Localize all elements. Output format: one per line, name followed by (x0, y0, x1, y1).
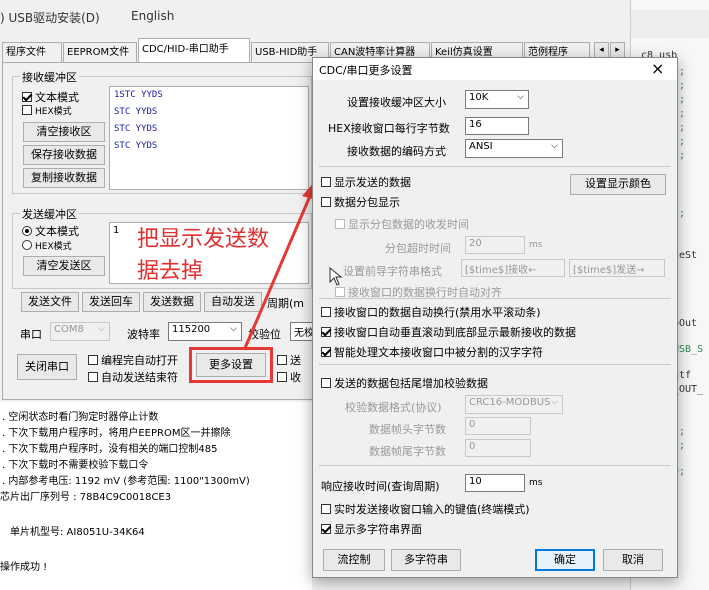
select-value: 10K (469, 92, 489, 103)
log-line: . 下次下载用户程序时，将用户EEPROM区一并擦除 (2, 428, 231, 439)
checkbox-label: 智能处理文本接收窗口中被分割的汉字字符 (334, 346, 543, 359)
encoding-select[interactable]: ANSI ⌵ (465, 139, 563, 158)
checkbox-label: 显示多字符串界面 (334, 523, 422, 536)
log-line: . 下次下载时不需要校验下载口令 (2, 460, 149, 471)
checksum-format-label: 校验数据格式(协议) (345, 401, 442, 414)
buffer-size-select[interactable]: 10K ⌵ (465, 90, 529, 109)
tail-bytes-input[interactable]: 0 (465, 439, 531, 457)
encoding-label: 接收数据的编码方式 (347, 145, 446, 158)
checkbox-icon (335, 287, 345, 297)
editor-toolbar (631, 10, 709, 38)
append-checksum-checkbox[interactable]: 发送的数据包括尾增加校验数据 (321, 375, 488, 391)
mouse-cursor-icon (329, 267, 343, 286)
more-settings-dialog: CDC/串口更多设置 × 设置接收缓冲区大小 10K ⌵ HEX接收窗口每行字节数… (312, 57, 678, 578)
checksum-format-select[interactable]: CRC16-MODBUS ⌵ (465, 395, 563, 414)
auto-scroll-checkbox[interactable]: 接收窗口自动垂直滚动到底部显示最新接收的数据 (321, 324, 576, 340)
response-time-label: 响应接收时间(查询周期) (321, 480, 440, 493)
prefix-recv-input[interactable]: [$time$]接收← (461, 259, 565, 277)
dialog-divider (319, 298, 671, 299)
checkbox-icon (321, 378, 331, 388)
dialog-divider (319, 364, 671, 365)
checkbox-label: 数据分包显示 (334, 196, 400, 209)
select-value: ANSI (469, 141, 493, 152)
split-chinese-checkbox[interactable]: 智能处理文本接收窗口中被分割的汉字字符 (321, 344, 543, 360)
checkbox-icon (321, 307, 331, 317)
checkbox-icon (321, 524, 331, 534)
prefix-send-input[interactable]: [$time$]发送→ (569, 259, 665, 277)
checkbox-label: 接收窗口的数据自动换行(禁用水平滚动条) (334, 306, 541, 319)
response-time-unit: ms (529, 478, 543, 488)
chevron-down-icon: ⌵ (551, 397, 558, 407)
dialog-divider (319, 465, 671, 466)
multi-string-button[interactable]: 多字符串 (391, 549, 461, 571)
dialog-title: CDC/串口更多设置 (319, 64, 413, 77)
flow-control-button[interactable]: 流控制 (323, 549, 385, 571)
checkbox-label: 发送的数据包括尾增加校验数据 (334, 377, 488, 390)
checkbox-icon (321, 327, 331, 337)
header-bytes-input[interactable]: 0 (465, 417, 531, 435)
checkbox-icon (335, 219, 345, 229)
log-line: . 内部参考电压: 1192 mV (参考范围: 1100"1300mV) (2, 476, 250, 487)
log-line: . 下次下载用户程序时，没有相关的端口控制485 (2, 444, 218, 455)
checkbox-label: 显示分包数据的收发时间 (348, 218, 469, 231)
checkbox-icon (321, 197, 331, 207)
hex-bytes-input[interactable]: 16 (465, 117, 529, 135)
log-line: 单片机型号: AI8051U-34K64 (10, 527, 145, 538)
checkbox-label: 接收窗口自动垂直滚动到底部显示最新接收的数据 (334, 326, 576, 339)
packet-timeout-label: 分包超时时间 (385, 242, 451, 255)
packet-timeout-input[interactable]: 20 (465, 236, 525, 254)
dialog-close-button[interactable]: × (651, 59, 664, 78)
checkbox-icon (321, 504, 331, 514)
log-line: 操作成功 ! (0, 562, 48, 573)
hex-bytes-label: HEX接收窗口每行字节数 (328, 122, 450, 135)
chevron-down-icon: ⌵ (517, 92, 524, 102)
log-line: 芯片出厂序列号 : 78B4C9C0018CE3 (0, 492, 172, 503)
log-line: . 空闲状态时看门狗定时器停止计数 (2, 412, 159, 423)
checkbox-icon (321, 177, 331, 187)
ok-button[interactable]: 确定 (535, 549, 595, 571)
buffer-size-label: 设置接收缓冲区大小 (347, 96, 446, 109)
checkbox-label: 实时发送接收窗口输入的键值(终端模式) (334, 503, 530, 516)
chevron-down-icon: ⌵ (551, 141, 558, 151)
packet-timeout-unit: ms (529, 240, 543, 250)
prefix-format-label: 设置前导字符串格式 (343, 265, 442, 278)
response-time-input[interactable]: 10 (465, 474, 525, 492)
tail-bytes-label: 数据帧尾字节数 (369, 445, 446, 458)
multi-string-checkbox[interactable]: 显示多字符串界面 (321, 521, 422, 537)
checkbox-label: 显示发送的数据 (334, 176, 411, 189)
checkbox-icon (321, 347, 331, 357)
header-bytes-label: 数据帧头字节数 (369, 423, 446, 436)
log-area: . 空闲状态时看门狗定时器停止计数 . 下次下载用户程序时，将用户EEPROM区… (0, 402, 312, 590)
set-color-button[interactable]: 设置显示颜色 (570, 174, 666, 195)
select-value: CRC16-MODBUS (469, 397, 551, 408)
cancel-button[interactable]: 取消 (603, 549, 663, 571)
show-sent-data-checkbox[interactable]: 显示发送的数据 (321, 174, 411, 190)
show-packet-time-checkbox[interactable]: 显示分包数据的收发时间 (335, 216, 469, 232)
packet-display-checkbox[interactable]: 数据分包显示 (321, 194, 400, 210)
dialog-divider (319, 166, 671, 167)
realtime-send-checkbox[interactable]: 实时发送接收窗口输入的键值(终端模式) (321, 501, 530, 517)
auto-wrap-checkbox[interactable]: 接收窗口的数据自动换行(禁用水平滚动条) (321, 304, 541, 320)
